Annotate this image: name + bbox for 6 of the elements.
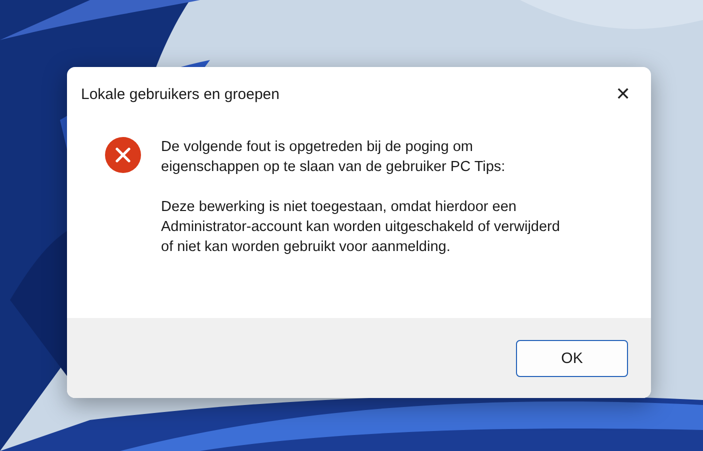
error-icon <box>105 137 141 173</box>
close-button[interactable]: ✕ <box>607 78 639 110</box>
dialog-title: Lokale gebruikers en groepen <box>81 86 280 102</box>
error-message: De volgende fout is opgetreden bij de poging om eigenschappen op te slaan van de gebruiker PC Tips: <box>161 138 506 177</box>
error-message: Deze bewerking is niet toegestaan, omdat hierdoor een Administrator-account kan worden uitgeschakeld of verwijderd of niet kan worden gebruikt voor aanmelding. <box>161 198 561 257</box>
ok-button[interactable]: OK <box>516 340 628 376</box>
